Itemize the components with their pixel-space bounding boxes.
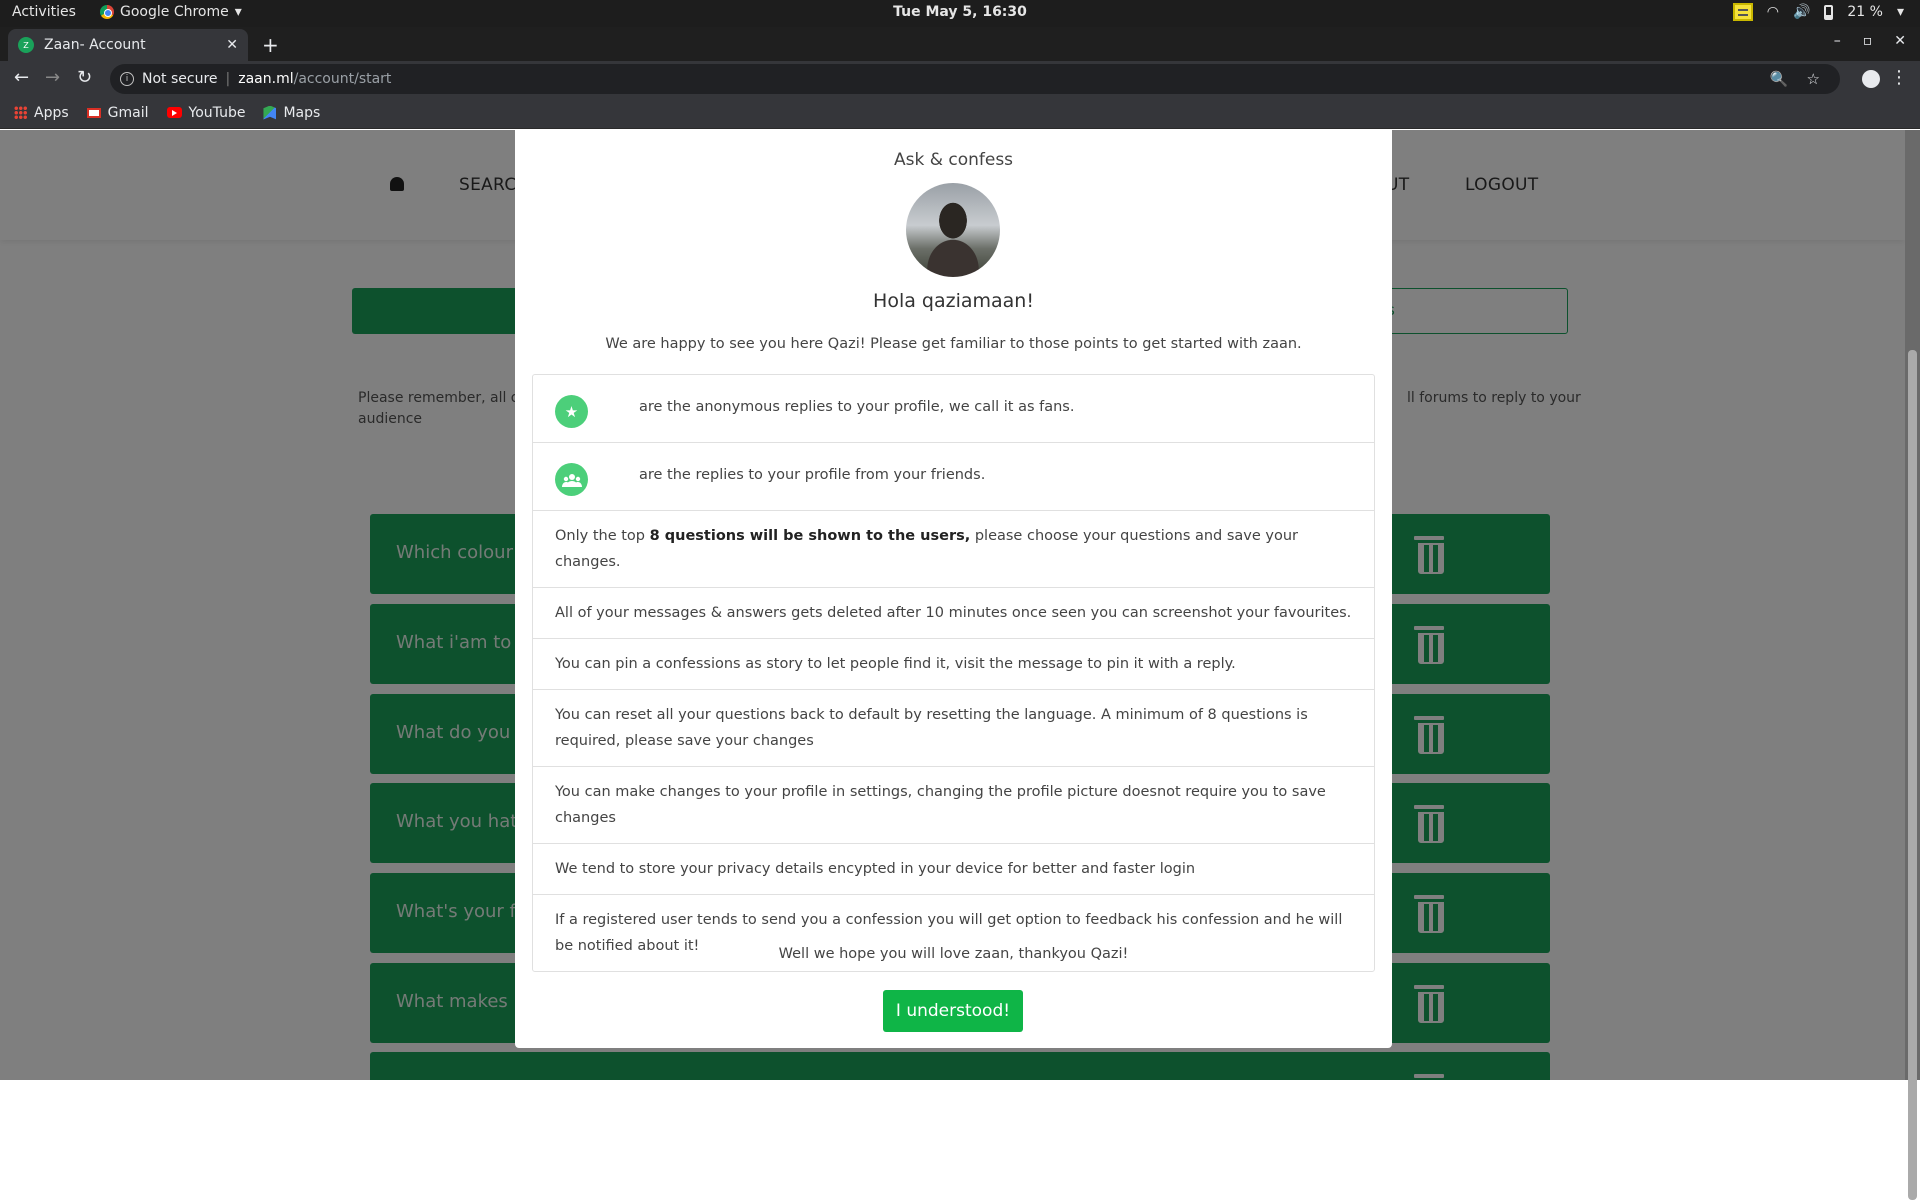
security-label: Not secure [142,71,218,87]
omnibox-actions: 🔍 ☆ [1770,70,1820,88]
apps-grid-icon [14,106,27,119]
url-path: /account/start [293,71,392,87]
volume-icon: 🔊 [1792,4,1811,20]
list-item-text: are the replies to your profile from you… [639,467,986,483]
tab-strip: Z Zaan- Account ✕ + – ▫ ✕ [0,27,1920,61]
bookmark-label: Maps [283,104,321,121]
maximize-icon[interactable]: ▫ [1863,33,1873,49]
page-scrollbar[interactable] [1905,130,1920,1200]
bookmark-youtube[interactable]: YouTube [166,104,246,121]
browser-tab[interactable]: Z Zaan- Account ✕ [8,29,248,61]
list-item: ★ are the anonymous replies to your prof… [533,375,1374,443]
menu-kebab-icon[interactable]: ⋮ [1890,67,1908,88]
battery-percent: 21 % [1847,4,1883,20]
bookmark-label: YouTube [188,104,246,121]
scrollbar-thumb[interactable] [1908,350,1917,1200]
reload-icon[interactable]: ↻ [77,67,92,88]
list-item: All of your messages & answers gets dele… [533,588,1374,639]
back-icon[interactable]: ← [14,67,29,88]
understood-button[interactable]: I understood! [883,990,1023,1032]
bookmark-maps[interactable]: Maps [263,105,320,121]
maps-icon [263,105,277,120]
divider: | [225,71,231,87]
welcome-modal: Ask & confess Hola qaziamaan! We are hap… [515,130,1392,1048]
tab-title: Zaan- Account [44,37,146,53]
bookmark-label: Gmail [107,104,149,121]
tab-close-icon[interactable]: ✕ [226,37,238,53]
account-icon[interactable] [1862,70,1880,88]
system-tray[interactable]: ◠ 🔊 21 % ▾ [1732,3,1904,21]
list-item: We tend to store your privacy details en… [533,844,1374,895]
bookmark-star-icon[interactable]: ☆ [1807,70,1820,88]
friends-icon [555,463,588,496]
modal-greeting: Hola qaziamaan! [873,290,1034,312]
forward-icon[interactable]: → [45,67,60,88]
list-item: You can pin a confessions as story to le… [533,639,1374,690]
wifi-icon: ◠ [1766,4,1779,20]
list-item-text: are the anonymous replies to your profil… [639,399,1075,415]
gmail-icon [86,107,101,118]
bookmark-label: Apps [34,104,69,121]
system-clock[interactable]: Tue May 5, 16:30 [0,4,1920,20]
info-icon[interactable]: i [120,72,134,86]
list-item: are the replies to your profile from you… [533,443,1374,511]
system-top-bar: Activities Google Chrome ▾ Tue May 5, 16… [0,0,1920,27]
tips-list: ★ are the anonymous replies to your prof… [532,374,1375,972]
star-icon: ★ [555,395,588,428]
sticky-notes-icon[interactable] [1732,3,1753,21]
bookmark-gmail[interactable]: Gmail [86,104,149,121]
new-tab-icon[interactable]: + [262,33,279,57]
browser-toolbar: ← → ↻ i Not secure | zaan.ml /account/st… [0,61,1920,97]
list-item: You can reset all your questions back to… [533,690,1374,767]
address-bar[interactable]: i Not secure | zaan.ml /account/start 🔍 … [110,64,1840,94]
modal-outro: Well we hope you will love zaan, thankyo… [778,946,1129,962]
tab-favicon-icon: Z [18,37,34,53]
bookmark-apps[interactable]: Apps [14,105,69,121]
zoom-icon[interactable]: 🔍 [1770,70,1789,88]
battery-icon [1824,4,1834,20]
list-item: Only the top 8 questions will be shown t… [533,511,1374,588]
minimize-icon[interactable]: – [1834,33,1841,49]
tray-caret-icon: ▾ [1896,4,1904,20]
youtube-icon [166,107,182,118]
modal-title: Ask & confess [893,150,1014,170]
url-host: zaan.ml [238,71,294,87]
window-controls: – ▫ ✕ [1834,33,1906,49]
avatar [906,183,1000,277]
modal-intro: We are happy to see you here Qazi! Pleas… [605,336,1302,352]
bookmarks-bar: Apps Gmail YouTube Maps [0,97,1920,129]
list-item-emphasis: 8 questions will be shown to the users, [649,528,971,544]
close-window-icon[interactable]: ✕ [1894,33,1906,49]
list-item-text: Only the top [555,528,650,544]
list-item: You can make changes to your profile in … [533,767,1374,844]
